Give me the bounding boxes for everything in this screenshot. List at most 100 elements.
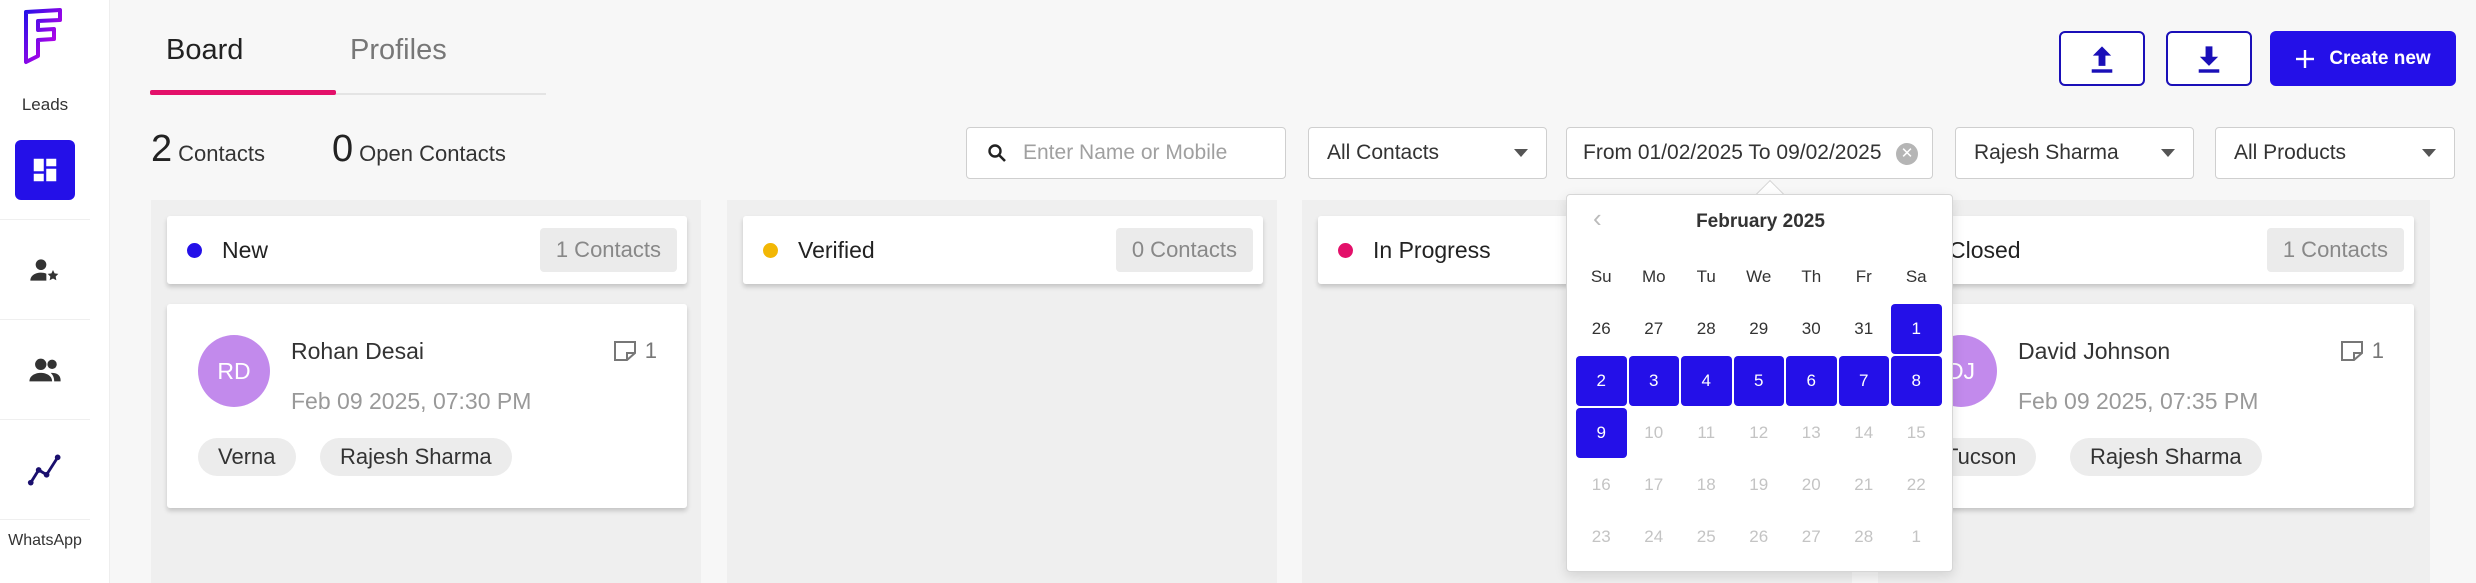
active-tab-indicator bbox=[150, 90, 336, 95]
contact-card[interactable]: DJ David Johnson Feb 09 2025, 07:35 PM 1… bbox=[1894, 304, 2414, 508]
app-logo[interactable] bbox=[20, 6, 70, 66]
contact-date: Feb 09 2025, 07:35 PM bbox=[2018, 388, 2259, 414]
products-filter-value: All Products bbox=[2234, 141, 2347, 164]
column-title: New bbox=[222, 236, 269, 263]
calendar-day: 15 bbox=[1906, 423, 1926, 442]
tab-board[interactable]: Board bbox=[166, 34, 243, 67]
note-icon bbox=[613, 341, 636, 361]
calendar-day[interactable]: 2 bbox=[1576, 356, 1627, 406]
download-button[interactable] bbox=[2166, 31, 2252, 86]
notes-count[interactable]: 1 bbox=[2340, 338, 2384, 364]
tag-chip: Rajesh Sharma bbox=[2070, 438, 2262, 476]
status-dot bbox=[1338, 242, 1353, 258]
column-header: New 1 Contacts bbox=[167, 216, 687, 284]
calendar-day: 27 bbox=[1801, 527, 1821, 546]
create-new-button[interactable]: Create new bbox=[2270, 31, 2456, 86]
search-icon bbox=[988, 144, 1006, 162]
sidebar-whatsapp-label[interactable]: WhatsApp bbox=[0, 532, 90, 550]
calendar-day: 21 bbox=[1854, 475, 1874, 494]
sidebar-item-user-star[interactable] bbox=[0, 220, 90, 320]
open-contacts-count: 0 Open Contacts bbox=[332, 128, 506, 171]
contacts-count-label: Contacts bbox=[178, 141, 265, 166]
calendar-day: 10 bbox=[1644, 423, 1664, 442]
calendar-day[interactable]: 29 bbox=[1733, 303, 1786, 355]
create-new-label: Create new bbox=[2329, 47, 2431, 69]
date-range-calendar: ‹ February 2025 Su Mo Tu We Th Fr Sa 26 27 28 29 30… bbox=[1566, 194, 1953, 572]
tag-chip: Rajesh Sharma bbox=[320, 438, 512, 476]
calendar-day: 11 bbox=[1697, 423, 1716, 442]
contacts-count-number: 2 bbox=[151, 128, 173, 170]
column-verified: Verified 0 Contacts bbox=[727, 200, 1277, 583]
view-tabs: Board Profiles bbox=[150, 28, 546, 95]
dashboard-icon bbox=[33, 158, 57, 181]
analytics-icon bbox=[27, 453, 61, 486]
user-filter-select[interactable]: Rajesh Sharma bbox=[1955, 127, 2194, 179]
calendar-day[interactable]: 7 bbox=[1838, 356, 1889, 406]
calendar-day: 24 bbox=[1644, 527, 1664, 546]
notes-count[interactable]: 1 bbox=[613, 338, 657, 364]
search-placeholder: Enter Name or Mobile bbox=[1023, 141, 1228, 164]
contact-card[interactable]: RD Rohan Desai Feb 09 2025, 07:30 PM 1 V… bbox=[167, 304, 687, 508]
tab-profiles[interactable]: Profiles bbox=[350, 34, 447, 67]
notes-count-value: 1 bbox=[2371, 338, 2384, 363]
calendar-day: 16 bbox=[1591, 475, 1611, 494]
calendar-day[interactable]: 9 bbox=[1576, 408, 1627, 458]
avatar: RD bbox=[198, 335, 270, 407]
column-title: In Progress bbox=[1373, 236, 1491, 263]
sidebar-item-people[interactable] bbox=[0, 320, 90, 420]
calendar-day[interactable]: 26 bbox=[1575, 303, 1628, 355]
column-closed: Closed 1 Contacts DJ David Johnson Feb 0… bbox=[1878, 200, 2430, 583]
calendar-day[interactable]: 28 bbox=[1680, 303, 1733, 355]
contacts-filter-select[interactable]: All Contacts bbox=[1308, 127, 1547, 179]
sidebar: Leads WhatsApp bbox=[0, 0, 110, 583]
calendar-weekday: Th bbox=[1801, 267, 1822, 286]
column-title: Closed bbox=[1949, 236, 2021, 263]
clear-date-icon[interactable]: ✕ bbox=[1896, 143, 1918, 165]
calendar-day: 25 bbox=[1696, 527, 1716, 546]
note-icon bbox=[2340, 341, 2363, 361]
calendar-day[interactable]: 6 bbox=[1786, 356, 1837, 406]
calendar-day[interactable]: 5 bbox=[1733, 356, 1784, 406]
calendar-weekday: Mo bbox=[1641, 267, 1666, 286]
column-title: Verified bbox=[798, 236, 875, 263]
calendar-weekday: Sa bbox=[1905, 267, 1927, 286]
calendar-day[interactable]: 31 bbox=[1838, 303, 1891, 355]
calendar-weekday: Su bbox=[1590, 267, 1612, 286]
open-contacts-number: 0 bbox=[332, 128, 354, 170]
user-star-icon bbox=[30, 258, 59, 281]
calendar-day[interactable]: 4 bbox=[1681, 356, 1732, 406]
contact-name[interactable]: Rohan Desai bbox=[291, 338, 424, 365]
calendar-day[interactable]: 3 bbox=[1628, 356, 1679, 406]
calendar-day: 1 bbox=[1911, 527, 1921, 546]
contact-name[interactable]: David Johnson bbox=[2018, 338, 2170, 365]
calendar-day: 20 bbox=[1801, 475, 1821, 494]
calendar-day[interactable]: 27 bbox=[1628, 303, 1681, 355]
sidebar-item-analytics[interactable] bbox=[0, 420, 90, 520]
upload-icon bbox=[2091, 45, 2113, 73]
calendar-day: 17 bbox=[1644, 475, 1664, 494]
date-range-input[interactable]: From 01/02/2025 To 09/02/2025 ✕ bbox=[1566, 127, 1933, 179]
user-filter-value: Rajesh Sharma bbox=[1974, 141, 2119, 164]
calendar-day: 22 bbox=[1906, 475, 1926, 494]
calendar-day: 23 bbox=[1591, 527, 1611, 546]
column-count-badge: 0 Contacts bbox=[1115, 228, 1253, 272]
chevron-down-icon bbox=[1514, 149, 1528, 157]
contact-date: Feb 09 2025, 07:30 PM bbox=[291, 388, 532, 414]
calendar-day[interactable]: 30 bbox=[1785, 303, 1838, 355]
calendar-day: 18 bbox=[1696, 475, 1716, 494]
products-filter-select[interactable]: All Products bbox=[2215, 127, 2455, 179]
column-count-badge: 1 Contacts bbox=[539, 228, 677, 272]
calendar-day[interactable]: 8 bbox=[1891, 356, 1942, 406]
upload-button[interactable] bbox=[2059, 31, 2145, 86]
status-dot bbox=[763, 242, 778, 258]
column-header: Verified 0 Contacts bbox=[743, 216, 1263, 284]
sidebar-leads-label: Leads bbox=[21, 95, 69, 114]
sidebar-item-dashboard[interactable] bbox=[0, 120, 90, 220]
search-input[interactable]: Enter Name or Mobile bbox=[966, 127, 1286, 179]
calendar-day: 26 bbox=[1749, 527, 1769, 546]
calendar-day[interactable]: 1 bbox=[1891, 304, 1942, 354]
calendar-day: 14 bbox=[1854, 423, 1874, 442]
download-icon bbox=[2198, 45, 2220, 73]
column-new: New 1 Contacts RD Rohan Desai Feb 09 202… bbox=[151, 200, 701, 583]
chevron-down-icon bbox=[2422, 149, 2436, 157]
